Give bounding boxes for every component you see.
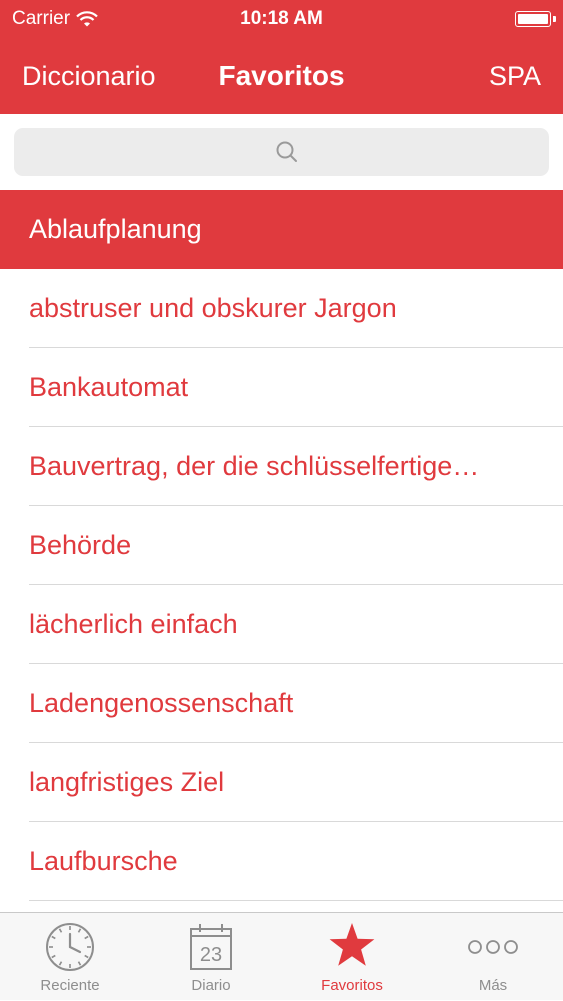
list-item-label: Behörde bbox=[29, 530, 132, 560]
tab-label: Más bbox=[478, 977, 508, 994]
tab-bar: Reciente 23 Diario Favoritos Más bbox=[0, 912, 563, 1000]
list-item-label: Bauvertrag, der die schlüsselfertige… bbox=[29, 451, 480, 481]
status-time: 10:18 AM bbox=[240, 8, 323, 29]
tab-label: Reciente bbox=[40, 977, 100, 994]
list-item-label: lächerlich einfach bbox=[29, 609, 238, 639]
favorites-list: Ablaufplanung abstruser und obskurer Jar… bbox=[0, 190, 563, 901]
back-button[interactable]: Diccionario bbox=[22, 61, 156, 92]
tab-label: Diario bbox=[191, 977, 231, 994]
tab-mas[interactable]: Más bbox=[423, 913, 563, 1001]
tab-favoritos[interactable]: Favoritos bbox=[282, 913, 422, 1001]
list-item[interactable]: Bankautomat bbox=[0, 348, 563, 427]
list-item[interactable]: langfristiges Ziel bbox=[0, 743, 563, 822]
navigation-bar: Diccionario Favoritos SPA bbox=[0, 52, 563, 102]
battery-tip bbox=[553, 16, 556, 22]
list-item-label: Ladengenossenschaft bbox=[29, 688, 294, 718]
calendar-icon: 23 bbox=[190, 924, 232, 970]
list-item[interactable]: Behörde bbox=[0, 506, 563, 585]
list-item-label: Ablaufplanung bbox=[29, 214, 202, 244]
calendar-day: 23 bbox=[200, 944, 222, 966]
list-item-label: abstruser und obskurer Jargon bbox=[29, 293, 397, 323]
star-icon bbox=[329, 923, 375, 966]
list-item-label: langfristiges Ziel bbox=[29, 767, 225, 797]
list-item[interactable]: Bauvertrag, der die schlüsselfertige… bbox=[0, 427, 563, 506]
list-item[interactable]: Laufbursche bbox=[0, 822, 563, 901]
language-button[interactable]: SPA bbox=[489, 61, 541, 92]
list-item[interactable]: Ablaufplanung bbox=[0, 190, 563, 269]
list-item[interactable]: Ladengenossenschaft bbox=[0, 664, 563, 743]
list-item-label: Laufbursche bbox=[29, 846, 178, 876]
more-icon bbox=[468, 940, 518, 954]
tab-diario[interactable]: 23 Diario bbox=[141, 913, 281, 1001]
list-item[interactable]: lächerlich einfach bbox=[0, 585, 563, 664]
search-area bbox=[0, 114, 563, 190]
list-item[interactable]: abstruser und obskurer Jargon bbox=[0, 269, 563, 348]
search-icon bbox=[276, 141, 297, 162]
status-bar: Carrier 10:18 AM bbox=[0, 0, 563, 40]
battery-icon bbox=[515, 11, 551, 27]
tab-reciente[interactable]: Reciente bbox=[0, 913, 140, 1001]
list-item-label: Bankautomat bbox=[29, 372, 189, 402]
separator bbox=[29, 900, 563, 901]
app-header: Carrier 10:18 AM Diccionario Favoritos S… bbox=[0, 0, 563, 114]
clock-icon bbox=[46, 923, 94, 971]
search-input[interactable] bbox=[14, 128, 549, 176]
tab-label: Favoritos bbox=[321, 977, 383, 994]
